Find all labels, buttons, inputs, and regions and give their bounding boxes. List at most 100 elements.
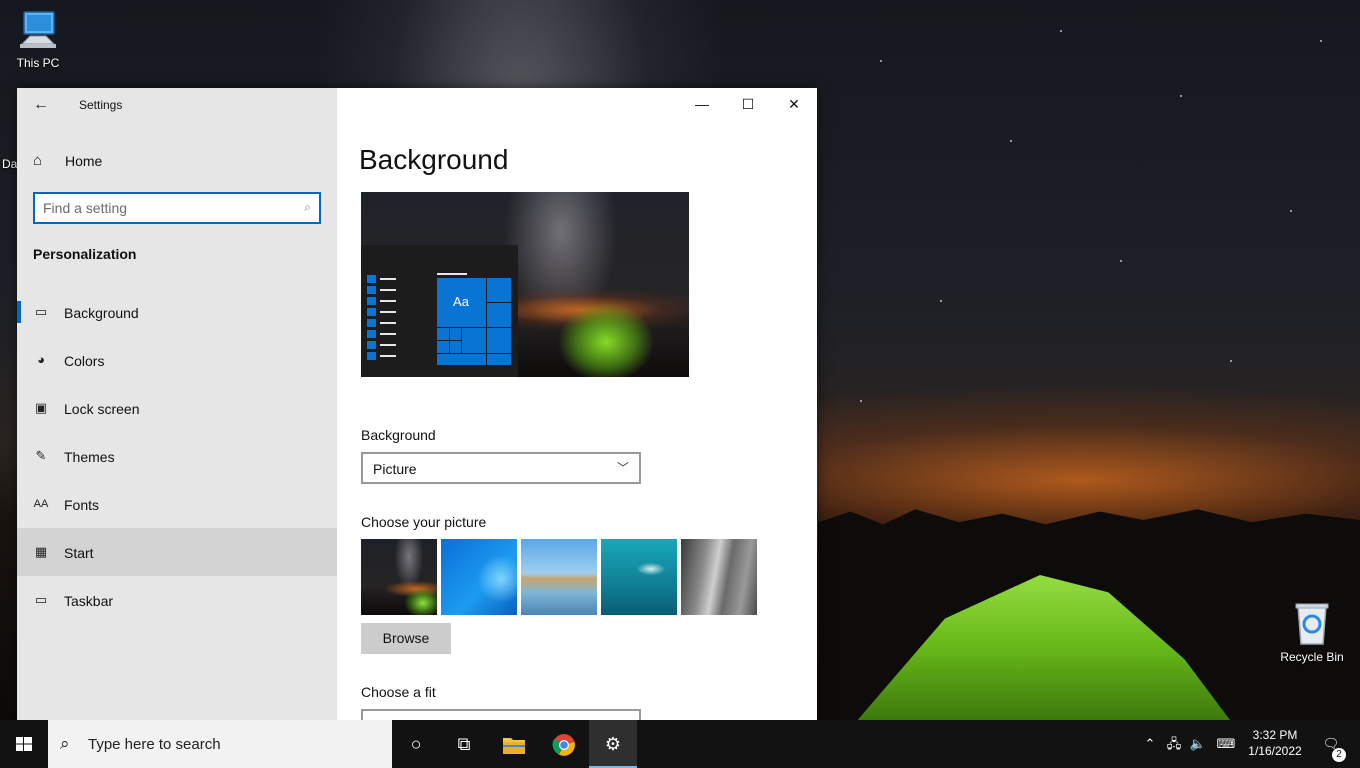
thumbnail-rock-cliff[interactable] [681,539,757,615]
touch-keyboard-button[interactable]: ⌨ [1212,720,1240,768]
background-label: Background [361,427,436,443]
windows-logo-icon [16,737,32,751]
chevron-down-icon: ﹀ [616,461,629,475]
maximize-button[interactable]: ☐ [725,88,771,120]
speaker-icon: 🔈 [1189,736,1207,751]
themes-icon: ✎ [35,448,47,463]
star [1060,30,1062,32]
clock-time: 3:32 PM [1252,728,1298,742]
background-type-dropdown[interactable]: Picture ﹀ [361,452,641,484]
home-nav-item[interactable]: ⌂ Home [17,146,337,176]
sidebar-item-fonts[interactable]: AA Fonts [17,480,337,528]
gear-icon: ⚙ [604,734,622,754]
search-icon: ⌕ [304,200,311,214]
sidebar-item-label: Lock screen [64,401,140,417]
star [860,400,862,402]
sidebar-item-label: Start [64,545,94,561]
star [940,300,942,302]
choose-fit-label: Choose a fit [361,684,436,700]
title-bar[interactable]: ← Settings [17,88,337,120]
star [1290,210,1292,212]
settings-sidebar: ← Settings ⌂ Home ⌕ Personalization ▭ Ba… [17,88,337,720]
close-icon: ✕ [788,96,800,112]
browse-button[interactable]: Browse [361,623,451,654]
section-heading: Personalization [33,246,137,262]
clock-date: 1/16/2022 [1248,744,1302,758]
minimize-button[interactable]: — [679,88,725,120]
this-pc-icon [20,11,56,48]
preview-tile-text: Aa [453,294,469,309]
recycle-bin-icon [1295,603,1329,645]
palette-icon: ◕ [37,352,45,367]
search-placeholder: Type here to search [88,736,221,753]
show-hidden-icons-button[interactable]: ⌃ [1140,720,1160,768]
close-button[interactable]: ✕ [771,88,817,120]
preview-app-list [367,273,397,361]
action-center-button[interactable]: 🗨 2 [1314,720,1348,768]
personalization-nav: ▭ Background ◕ Colors ▣ Lock screen ✎ Th… [17,288,337,624]
back-arrow-icon: ← [33,96,49,113]
file-explorer-button[interactable] [490,720,538,768]
preview-start-menu: Aa [361,245,518,377]
cortana-circle-icon: ○ [410,734,422,754]
search-icon: ⌕ [60,734,70,753]
settings-content: — ☐ ✕ Background Aa Background Picture ﹀… [337,88,817,720]
partial-desktop-label[interactable]: Da [2,157,17,171]
fit-dropdown[interactable] [361,709,641,720]
star [1180,95,1182,97]
preview-group-header [437,273,467,275]
thumbnail-night-tent[interactable] [361,539,437,615]
maximize-icon: ☐ [741,96,755,112]
sidebar-item-label: Taskbar [64,593,114,609]
sidebar-item-taskbar[interactable]: ▭ Taskbar [17,576,337,624]
minimize-icon: — [695,96,709,112]
settings-taskbar-button[interactable]: ⚙ [589,720,637,768]
sidebar-item-start[interactable]: ▦ Start [17,528,337,576]
notification-count-badge: 2 [1332,748,1346,762]
sidebar-item-themes[interactable]: ✎ Themes [17,432,337,480]
thumbnail-underwater-swimmer[interactable] [601,539,677,615]
star [1010,140,1012,142]
cortana-button[interactable]: ○ [392,720,440,768]
lock-screen-icon: ▣ [34,400,48,415]
keyboard-icon: ⌨ [1216,736,1236,751]
picture-thumbnails [361,539,757,615]
app-title: Settings [79,98,123,112]
sidebar-item-background[interactable]: ▭ Background [17,288,337,336]
start-button[interactable] [0,720,48,768]
recycle-bin-desktop-icon[interactable]: Recycle Bin [1274,602,1350,664]
volume-tray-button[interactable]: 🔈 [1187,720,1209,768]
start-icon: ▦ [34,544,48,559]
thumbnail-windows-blue[interactable] [441,539,517,615]
sidebar-item-label: Fonts [64,497,100,513]
dropdown-value: Picture [373,461,417,477]
taskbar-search-box[interactable]: ⌕ Type here to search [48,720,392,768]
taskbar: ⌕ Type here to search ○ ⧉ ⚙ ⌃ 🖧 🔈 ⌨ 3:32… [0,720,1360,768]
sidebar-item-label: Colors [64,353,105,369]
home-icon: ⌂ [33,152,43,169]
sidebar-item-colors[interactable]: ◕ Colors [17,336,337,384]
fonts-icon: AA [33,498,49,510]
sidebar-item-lock-screen[interactable]: ▣ Lock screen [17,384,337,432]
thumbnail-beach-rocks[interactable] [521,539,597,615]
folder-icon [503,738,525,755]
recycle-bin-label: Recycle Bin [1280,650,1344,664]
background-preview: Aa [361,192,689,377]
task-view-button[interactable]: ⧉ [440,720,488,768]
star [1120,260,1122,262]
network-icon: 🖧 [1166,736,1182,751]
network-tray-button[interactable]: 🖧 [1163,720,1185,768]
back-button[interactable]: ← [27,94,55,116]
star [1320,40,1322,42]
page-title: Background [359,144,509,175]
chevron-up-icon: ⌃ [1144,736,1156,751]
find-setting-search[interactable]: ⌕ [33,192,321,224]
sidebar-item-label: Background [64,305,139,321]
chrome-button[interactable] [540,720,588,768]
this-pc-desktop-icon[interactable]: This PC [0,10,76,70]
search-input[interactable] [43,199,283,217]
clock[interactable]: 3:32 PM 1/16/2022 [1240,727,1310,759]
chrome-icon [552,734,575,757]
this-pc-label: This PC [16,56,60,70]
preview-tiles: Aa [437,278,511,365]
